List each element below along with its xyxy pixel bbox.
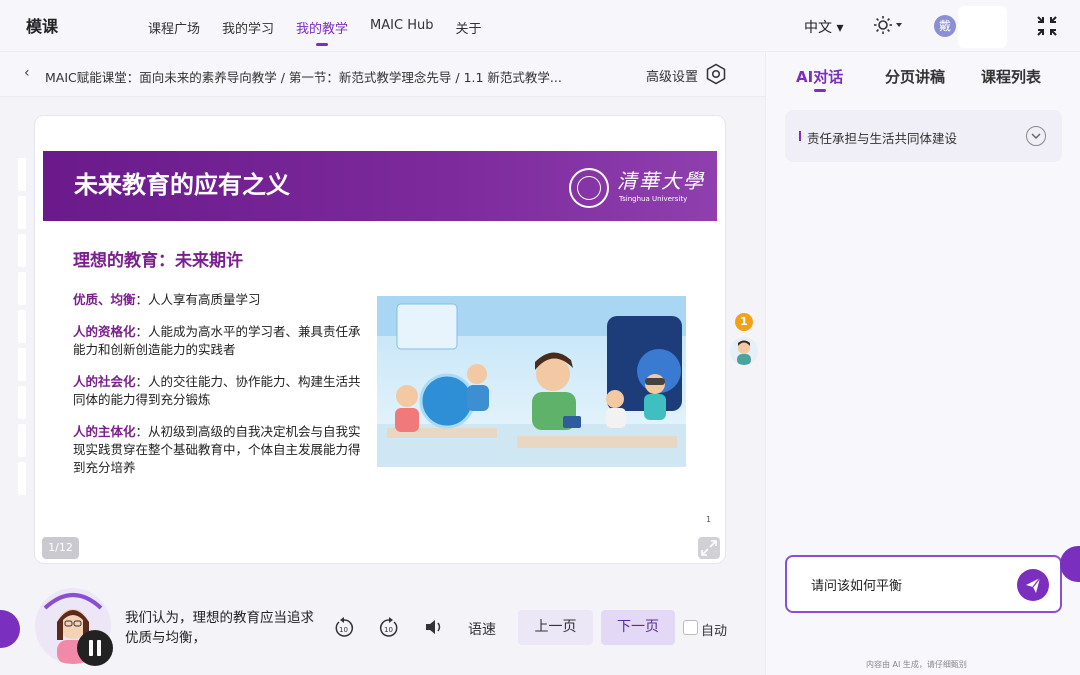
slide-thumbnail-strip[interactable] <box>18 158 27 520</box>
slide-corner-page-number: 1 <box>706 515 712 524</box>
teacher-avatar-icon[interactable] <box>730 337 758 365</box>
collapse-icon[interactable] <box>1036 15 1058 37</box>
send-button[interactable] <box>1017 569 1049 601</box>
point-item: 人的资格化：人能成为高水平的学习者、兼具责任承能力和创新创造能力的实践者 <box>73 323 363 359</box>
slide-title: 未来教育的应有之义 <box>74 171 290 199</box>
nav-my-learning[interactable]: 我的学习 <box>222 18 274 37</box>
rewind-10-button[interactable]: 10 <box>333 617 355 643</box>
point-keyword: 人的社会化 <box>73 374 136 389</box>
slide-banner: 未来教育的应有之义 清華大學 Tsinghua University <box>43 151 717 221</box>
point-text: ：人人享有高质量学习 <box>135 292 261 307</box>
send-icon <box>1026 577 1041 593</box>
nav-course-plaza[interactable]: 课程广场 <box>148 18 200 37</box>
topic-title: 责任承担与生活共同体建设 <box>807 131 958 146</box>
point-keyword: 优质、均衡 <box>73 292 136 307</box>
advanced-settings-label[interactable]: 高级设置 <box>646 66 698 85</box>
ai-disclaimer: 内容由 AI 生成，请仔细甄别 <box>866 660 967 669</box>
chat-input[interactable] <box>811 577 1001 592</box>
rewind-icon: 10 <box>335 617 353 637</box>
point-keyword: 人的主体化 <box>73 424 136 439</box>
speech-caption: 我们认为，理想的教育应当追求优质与均衡， <box>125 610 314 646</box>
rewind-label: 10 <box>339 626 348 634</box>
tab-ai-chat[interactable]: AI对话 <box>796 66 843 92</box>
language-selector[interactable]: 中文 ▾ <box>804 17 843 37</box>
nav-maic-hub[interactable]: MAIC Hub <box>370 18 433 37</box>
main-nav: 课程广场 我的学习 我的教学 MAIC Hub 关于 <box>148 18 481 46</box>
user-avatar[interactable]: 戴 <box>934 15 956 37</box>
right-panel-tabs: AI对话 分页讲稿 课程列表 <box>766 52 1080 97</box>
slide-points: 优质、均衡：人人享有高质量学习 人的资格化：人能成为高水平的学习者、兼具责任承能… <box>73 291 363 491</box>
next-page-button[interactable]: 下一页 <box>601 610 675 645</box>
nav-about[interactable]: 关于 <box>455 18 481 37</box>
speed-button[interactable]: 语速 <box>468 619 496 639</box>
app-logo[interactable]: 模课 <box>26 13 58 37</box>
back-arrow-icon[interactable]: ‹ <box>24 65 30 81</box>
notification-badge[interactable]: 1 <box>735 313 753 331</box>
university-name-en: Tsinghua University <box>619 195 688 203</box>
page-indicator: 1/12 <box>42 537 79 559</box>
point-item: 人的社会化：人的交往能力、协作能力、构建生活共同体的能力得到充分锻炼 <box>73 373 363 409</box>
auto-label: 自动 <box>701 624 728 639</box>
forward-10-button[interactable]: 10 <box>378 617 400 643</box>
user-name-box[interactable] <box>958 6 1007 48</box>
expand-icon[interactable] <box>698 537 720 559</box>
forward-icon: 10 <box>380 617 398 637</box>
point-keyword: 人的资格化 <box>73 324 136 339</box>
auto-checkbox[interactable] <box>683 620 698 635</box>
chat-input-box[interactable] <box>785 555 1062 613</box>
slide-subtitle: 理想的教育：未来期许 <box>73 251 243 271</box>
point-item: 优质、均衡：人人享有高质量学习 <box>73 291 363 309</box>
theme-toggle[interactable] <box>874 15 902 39</box>
topic-accent-bar <box>799 131 801 141</box>
volume-button[interactable] <box>424 618 444 640</box>
breadcrumb-bar: ‹ MAIC赋能课堂：面向未来的素养导向教学 / 第一节：新范式教学理念先导 /… <box>0 52 765 97</box>
right-panel: AI对话 分页讲稿 课程列表 责任承担与生活共同体建设 内容由 AI 生成，请仔… <box>765 52 1080 675</box>
player-bar: 我们认为，理想的教育应当追求优质与均衡， 10 10 语速 上一页 下一页 自动 <box>0 580 765 675</box>
previous-page-button[interactable]: 上一页 <box>518 610 593 645</box>
tab-page-script[interactable]: 分页讲稿 <box>885 66 945 87</box>
top-navbar: 模课 课程广场 我的学习 我的教学 MAIC Hub 关于 中文 ▾ 戴 <box>0 0 1080 52</box>
chat-bubble-icon[interactable] <box>0 610 20 648</box>
tab-course-list[interactable]: 课程列表 <box>981 66 1041 87</box>
pause-button[interactable] <box>77 630 113 666</box>
point-item: 人的主体化：从初级到高级的自我决定机会与自我实现实践贯穿在整个基础教育中，个体自… <box>73 423 363 477</box>
university-name-cn: 清華大學 <box>617 169 705 193</box>
forward-label: 10 <box>384 626 393 634</box>
topic-card[interactable]: 责任承担与生活共同体建设 <box>785 110 1062 162</box>
classroom-illustration <box>377 296 686 467</box>
hexagon-settings-icon[interactable] <box>705 63 727 85</box>
speaker-icon <box>426 620 441 634</box>
university-seal-icon <box>569 168 609 208</box>
nav-my-teaching[interactable]: 我的教学 <box>296 18 348 46</box>
sun-icon <box>874 16 902 34</box>
chevron-down-icon[interactable] <box>1026 126 1046 146</box>
slide-card: 未来教育的应有之义 清華大學 Tsinghua University 理想的教育… <box>34 115 726 564</box>
breadcrumb[interactable]: MAIC赋能课堂：面向未来的素养导向教学 / 第一节：新范式教学理念先导 / 1… <box>45 67 562 86</box>
